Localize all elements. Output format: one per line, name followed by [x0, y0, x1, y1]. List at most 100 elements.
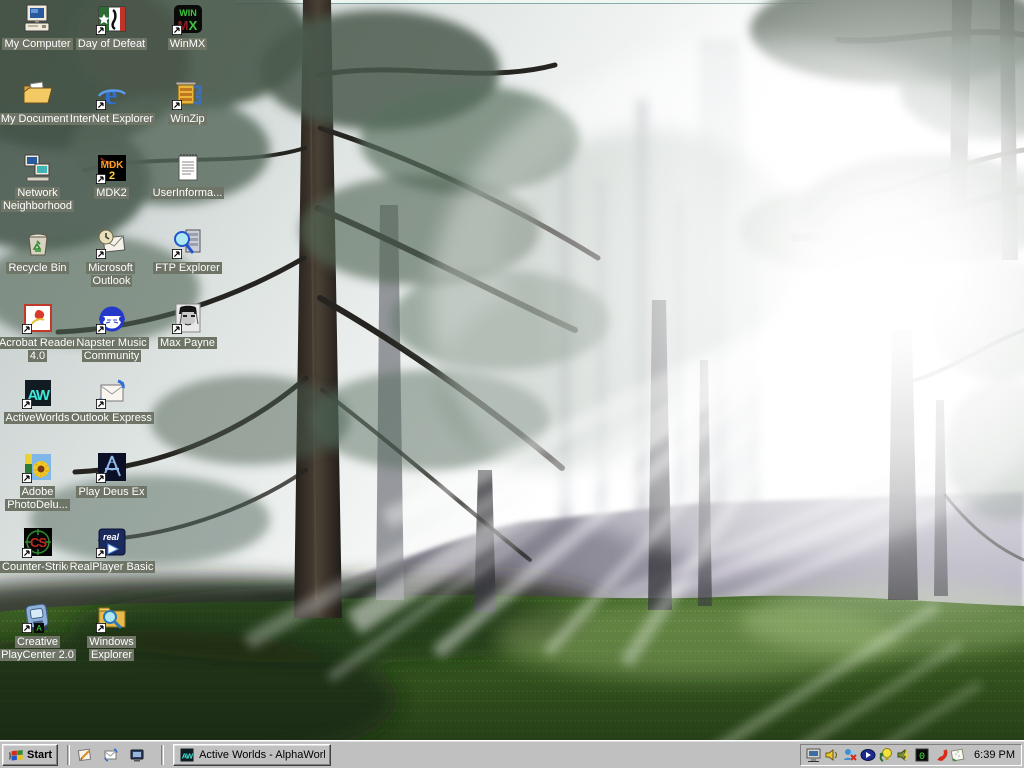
task-button-label: Active Worlds - AlphaWorl...	[199, 749, 325, 761]
shortcut-arrow-icon	[96, 249, 106, 259]
windows-logo-icon	[8, 748, 24, 762]
quick-launch-mail-icon[interactable]	[101, 745, 121, 765]
desktop-icon-label: Max Payne	[143, 337, 232, 350]
desktop-icon-label: Outlook Express	[67, 412, 156, 425]
tray-icons: 0	[805, 747, 967, 763]
desktop-icon-max-payne[interactable]: Max Payne	[151, 302, 224, 350]
winzip-icon	[172, 78, 204, 110]
desktop-icon-outlook-express[interactable]: Outlook Express	[75, 377, 148, 425]
shortcut-arrow-icon	[172, 25, 182, 35]
microsoft-outlook-icon	[96, 227, 128, 259]
taskbar: Start AW Active Worlds - AlphaWorl... 0 6…	[0, 740, 1024, 768]
quick-launch-show-desktop-icon[interactable]	[127, 745, 147, 765]
overlay-badge-icon: A	[34, 623, 44, 633]
desktop-icon-adobe-photodeluxe[interactable]: Adobe PhotoDelu...	[1, 451, 74, 512]
desktop-icon-napster-music-community[interactable]: Napster Music Community	[75, 302, 148, 363]
quick-launch-bar	[75, 745, 147, 765]
taskbar-separator[interactable]	[161, 745, 164, 765]
desktop-icon-realplayer-basic[interactable]: realRealPlayer Basic	[75, 526, 148, 574]
tray-counter-icon[interactable]: 0	[914, 747, 930, 763]
desktop-icon-network-neighborhood[interactable]: Network Neighborhood	[1, 152, 74, 213]
max-payne-icon	[172, 302, 204, 334]
svg-text:X: X	[188, 18, 197, 33]
day-of-defeat-icon	[96, 3, 128, 35]
desktop-icon-play-deus-ex[interactable]: Play Deus Ex	[75, 451, 148, 499]
internet-explorer-icon: e	[96, 78, 128, 110]
network-neighborhood-icon	[22, 152, 54, 184]
activeworlds-icon: AW	[22, 377, 54, 409]
desktop-icon-label: RealPlayer Basic	[67, 561, 156, 574]
desktop-icon-label: WinZip	[143, 113, 232, 126]
svg-text:WIN: WIN	[179, 8, 197, 18]
my-computer-icon	[22, 3, 54, 35]
tray-messenger-offline-icon[interactable]	[842, 747, 858, 763]
desktop-icon-my-computer[interactable]: My Computer	[1, 3, 74, 51]
realplayer-basic-icon: real	[96, 526, 128, 558]
tray-soundblaster-icon[interactable]	[896, 747, 912, 763]
ftp-explorer-icon	[172, 227, 204, 259]
shortcut-arrow-icon	[96, 473, 106, 483]
shortcut-arrow-icon	[96, 25, 106, 35]
start-button[interactable]: Start	[2, 744, 58, 766]
shortcut-arrow-icon	[22, 623, 32, 633]
aw-icon: AW	[179, 747, 195, 763]
desktop-icon-ftp-explorer[interactable]: FTP Explorer	[151, 227, 224, 275]
desktop-icon-windows-explorer[interactable]: Windows Explorer	[75, 601, 148, 662]
desktop-icon-mdk2[interactable]: MDK2MDK2	[75, 152, 148, 200]
mdk2-icon: MDK2	[96, 152, 128, 184]
desktop-icon-label: Play Deus Ex	[67, 486, 156, 499]
shortcut-arrow-icon	[172, 100, 182, 110]
svg-text:AW: AW	[182, 751, 194, 760]
tray-download-icon[interactable]	[932, 747, 948, 763]
quick-launch-notes-icon[interactable]	[75, 745, 95, 765]
tray-lightbulb-icon[interactable]	[878, 747, 894, 763]
desktop-icon-day-of-defeat[interactable]: Day of Defeat	[75, 3, 148, 51]
desktop-icon-label: WinMX	[143, 38, 232, 51]
windows-desktop-screen: My ComputerDay of DefeatWINMXWinMX My Doc…	[0, 0, 1024, 768]
desktop-icon-winmx[interactable]: WINMXWinMX	[151, 3, 224, 51]
shortcut-arrow-icon	[96, 548, 106, 558]
recycle-bin-icon	[22, 227, 54, 259]
desktop-icon-user-information[interactable]: UserInforma...	[151, 152, 224, 200]
clock[interactable]: 6:39 PM	[974, 749, 1015, 761]
svg-text:e: e	[104, 80, 116, 110]
system-tray: 0 6:39 PM	[800, 744, 1022, 766]
shortcut-arrow-icon	[22, 473, 32, 483]
shortcut-arrow-icon	[172, 249, 182, 259]
shortcut-arrow-icon	[22, 399, 32, 409]
svg-text:2: 2	[108, 170, 114, 182]
my-documents-icon	[22, 78, 54, 110]
tray-quicktime-icon[interactable]	[860, 747, 876, 763]
desktop-icon-creative-playcenter[interactable]: ACreative PlayCenter 2.0	[1, 601, 74, 662]
desktop-icon-label: Windows Explorer	[67, 636, 156, 662]
play-deus-ex-icon	[96, 451, 128, 483]
desktop-icon-winzip[interactable]: WinZip	[151, 78, 224, 126]
shortcut-arrow-icon	[22, 548, 32, 558]
desktop-icon-counter-strike[interactable]: CSCounter-Strike	[1, 526, 74, 574]
tray-notes-icon[interactable]	[950, 747, 966, 763]
outlook-express-icon	[96, 377, 128, 409]
shortcut-arrow-icon	[22, 324, 32, 334]
desktop-icon-my-documents[interactable]: My Documents	[1, 78, 74, 126]
task-buttons-area: AW Active Worlds - AlphaWorl...	[169, 744, 331, 766]
tray-volume-icon[interactable]	[824, 747, 840, 763]
desktop-icon-activeworlds[interactable]: AWActiveWorlds	[1, 377, 74, 425]
acrobat-reader-icon	[22, 302, 54, 334]
desktop-icon-recycle-bin[interactable]: Recycle Bin	[1, 227, 74, 275]
tray-network-icon[interactable]	[806, 747, 822, 763]
user-information-icon	[172, 152, 204, 184]
shortcut-arrow-icon	[96, 174, 106, 184]
desktop-icon-microsoft-outlook[interactable]: Microsoft Outlook	[75, 227, 148, 288]
desktop-icon-acrobat-reader[interactable]: Acrobat Reader 4.0	[1, 302, 74, 363]
svg-text:0: 0	[919, 752, 925, 763]
taskbar-separator[interactable]	[67, 745, 70, 765]
shortcut-arrow-icon	[96, 100, 106, 110]
shortcut-arrow-icon	[96, 324, 106, 334]
task-button-active-worlds[interactable]: AW Active Worlds - AlphaWorl...	[173, 744, 331, 766]
shortcut-arrow-icon	[172, 324, 182, 334]
desktop-icon-internet-explorer[interactable]: eInterNet Explorer	[75, 78, 148, 126]
napster-music-community-icon	[96, 302, 128, 334]
start-button-label: Start	[27, 749, 52, 761]
desktop-icon-label: FTP Explorer	[143, 262, 232, 275]
desktop-icon-label: UserInforma...	[143, 187, 232, 200]
